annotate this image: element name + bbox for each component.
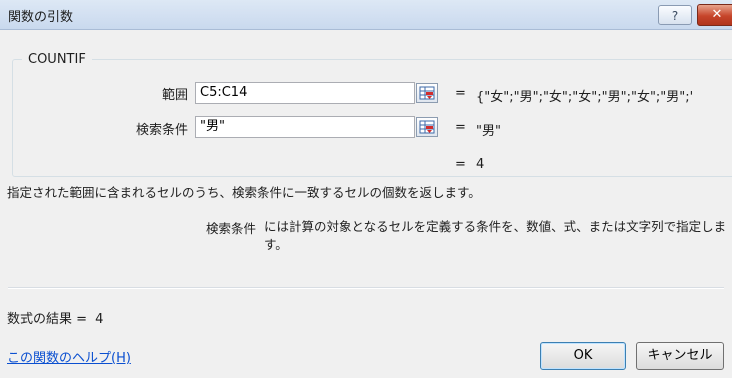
close-icon: ✕ xyxy=(711,7,723,22)
function-help-link[interactable]: この関数のヘルプ(H) xyxy=(7,347,131,366)
ok-button[interactable]: OK xyxy=(540,342,626,370)
function-name: COUNTIF xyxy=(22,52,92,67)
range-input[interactable]: C5:C14 xyxy=(195,82,415,104)
formula-result-value: 4 xyxy=(95,312,104,327)
criteria-equals: = xyxy=(455,120,466,135)
function-description: 指定された範囲に含まれるセルのうち、検索条件に一致するセルの個数を返します。 xyxy=(7,185,481,200)
dialog-title: 関数の引数 xyxy=(8,10,74,25)
title-bar: 関数の引数 ? ✕ xyxy=(0,0,732,30)
range-equals: = xyxy=(455,86,466,101)
function-result-equals: = xyxy=(455,157,466,172)
criteria-input[interactable]: "男" xyxy=(195,116,415,138)
function-result-value: 4 xyxy=(476,157,485,172)
argument-help-name: 検索条件 xyxy=(206,221,257,236)
help-button[interactable]: ? xyxy=(658,5,692,25)
dialog-body: COUNTIF 範囲 C5:C14 = {"女";"男";"女";"女";"男"… xyxy=(0,30,732,378)
formula-result-label: 数式の結果 = xyxy=(7,312,88,327)
question-mark-icon: ? xyxy=(671,9,679,23)
argument-help-text: には計算の対象となるセルを定義する条件を、数値、式、または文字列で指定します。 xyxy=(264,219,727,252)
range-collapse-button[interactable] xyxy=(416,83,438,103)
criteria-evaluated-value: "男" xyxy=(476,124,501,139)
divider xyxy=(8,287,724,289)
cell-reference-icon xyxy=(419,120,435,134)
criteria-collapse-button[interactable] xyxy=(416,117,438,137)
formula-result: 数式の結果 = 4 xyxy=(7,308,103,327)
criteria-label: 検索条件 xyxy=(135,123,188,138)
cancel-button[interactable]: キャンセル xyxy=(636,342,724,370)
range-evaluated-value: {"女";"男";"女";"女";"男";"女";"男";' xyxy=(476,90,694,105)
close-button[interactable]: ✕ xyxy=(697,4,732,26)
range-label: 範囲 xyxy=(161,88,188,103)
cell-reference-icon xyxy=(419,86,435,100)
